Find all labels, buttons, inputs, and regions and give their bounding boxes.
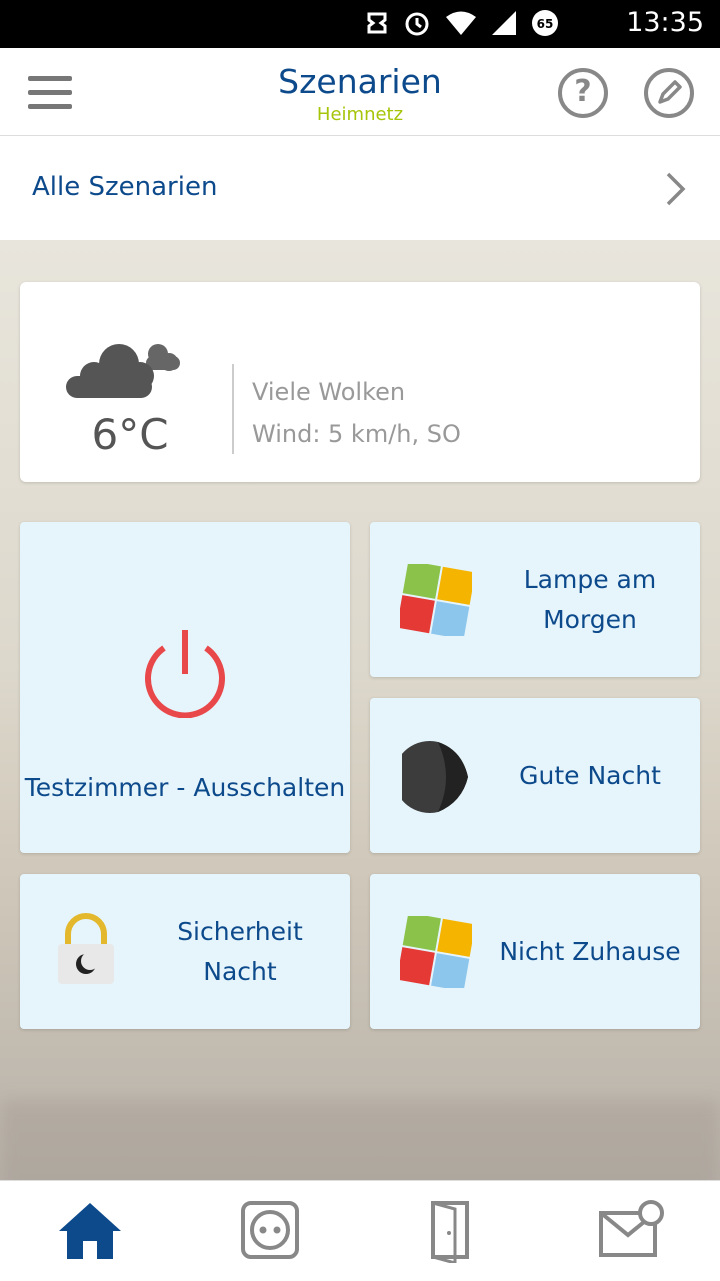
- divider: [232, 364, 234, 454]
- scene-tile-lampe-am-morgen[interactable]: Lampe am Morgen: [370, 522, 700, 677]
- moon-icon: [393, 740, 472, 818]
- home-icon[interactable]: [55, 1199, 125, 1263]
- tile-label-line-2: Morgen: [543, 605, 637, 634]
- tile-label: Testzimmer - Ausschalten: [24, 773, 346, 802]
- temperature: 6°C: [91, 410, 169, 459]
- puzzle-icon: [396, 560, 476, 640]
- status-icons: 65: [364, 8, 560, 42]
- tile-label-line-2: Nacht: [203, 957, 277, 986]
- signal-icon: [490, 9, 518, 41]
- wifi-icon: [444, 9, 478, 41]
- cloud-icon: [64, 342, 184, 412]
- all-scenes-row[interactable]: Alle Szenarien: [0, 136, 720, 240]
- battery-level: 65: [537, 17, 554, 31]
- power-icon: [140, 624, 230, 722]
- scene-tile-sicherheit-nacht[interactable]: Sicherheit Nacht: [20, 874, 350, 1029]
- status-time: 13:35: [626, 7, 704, 38]
- page-title: Szenarien: [278, 62, 442, 101]
- page-subtitle: Heimnetz: [316, 104, 404, 125]
- status-bar: 65 13:35: [0, 0, 720, 48]
- all-scenes-label: Alle Szenarien: [32, 172, 218, 202]
- app-header: Szenarien Heimnetz ?: [0, 48, 720, 136]
- tile-label-line-1: Sicherheit: [177, 917, 303, 946]
- weather-description: Viele Wolken: [252, 378, 406, 406]
- lock-night-icon: [56, 912, 116, 990]
- socket-icon[interactable]: [235, 1199, 305, 1263]
- weather-card: 6°C Viele Wolken Wind: 5 km/h, SO: [20, 282, 700, 482]
- puzzle-icon: [396, 912, 476, 992]
- chevron-right-icon: [660, 172, 690, 206]
- door-icon[interactable]: [415, 1199, 485, 1265]
- tile-label-line-1: Lampe am: [523, 565, 657, 594]
- mail-icon[interactable]: [595, 1199, 665, 1263]
- wind-info: Wind: 5 km/h, SO: [252, 420, 461, 448]
- battery-icon: 65: [530, 8, 560, 42]
- bottom-nav: [0, 1180, 720, 1281]
- sync-icon: [364, 10, 390, 40]
- help-icon[interactable]: ?: [558, 68, 608, 118]
- alarm-icon: [402, 8, 432, 42]
- tile-label: Nicht Zuhause: [499, 937, 681, 966]
- scene-tile-testzimmer[interactable]: Testzimmer - Ausschalten: [20, 522, 350, 853]
- edit-icon[interactable]: [644, 68, 694, 118]
- scene-tile-gute-nacht[interactable]: Gute Nacht: [370, 698, 700, 853]
- scene-tile-nicht-zuhause[interactable]: Nicht Zuhause: [370, 874, 700, 1029]
- help-label: ?: [574, 74, 592, 109]
- tile-label: Gute Nacht: [519, 761, 661, 790]
